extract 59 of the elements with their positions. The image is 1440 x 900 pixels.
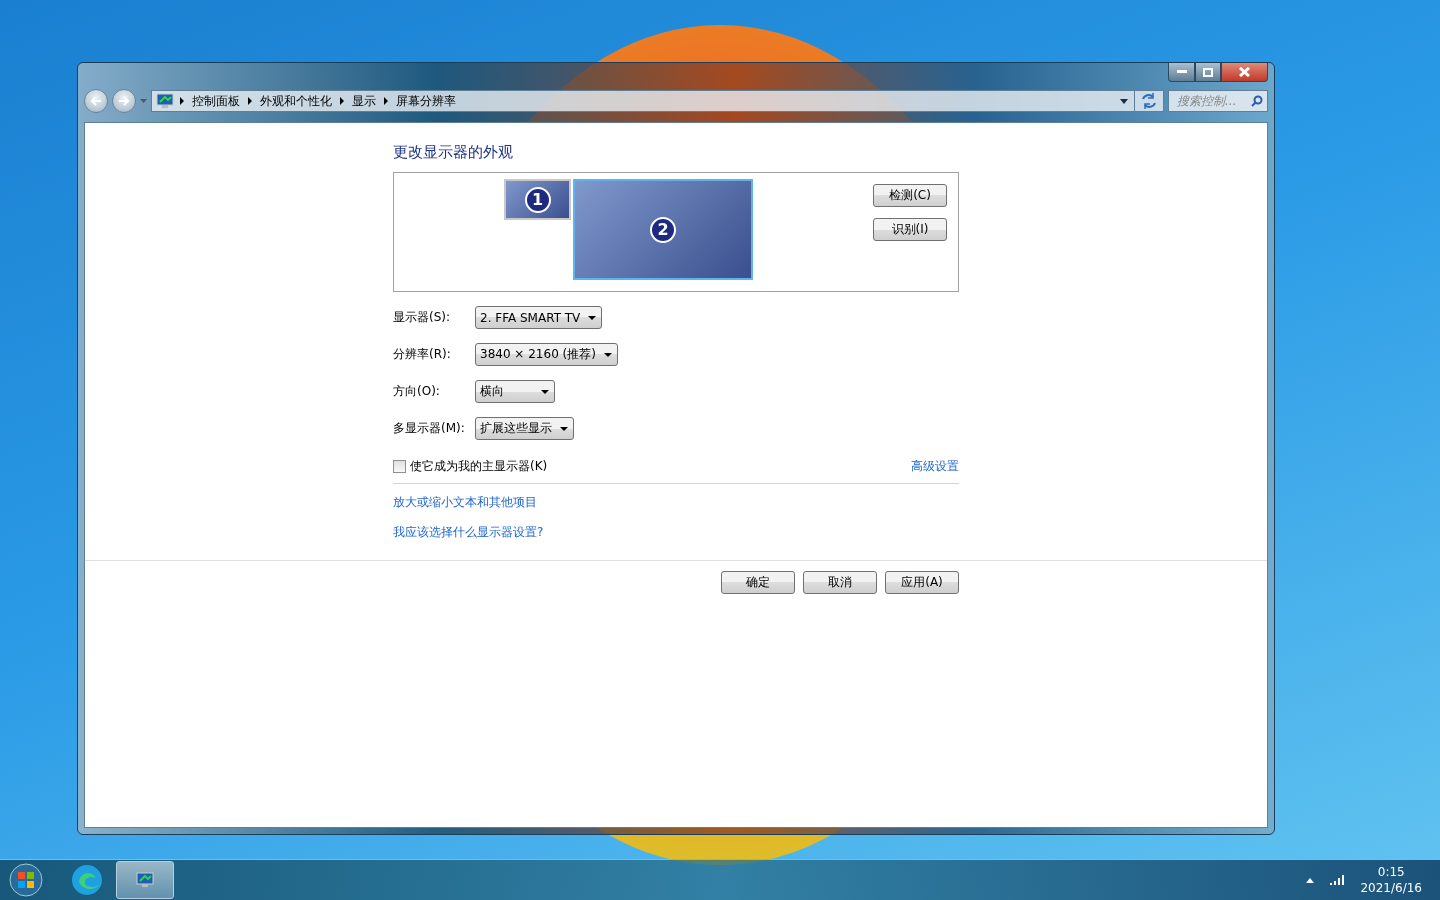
history-caret-icon	[140, 99, 147, 103]
side-button[interactable]: 检测(C)	[873, 184, 947, 207]
maximize-icon	[1203, 67, 1213, 77]
breadcrumb-arrow-icon	[340, 97, 344, 105]
monitor-number: 2	[650, 216, 676, 243]
search-field[interactable]: 搜索控制...	[1168, 90, 1268, 112]
page-heading: 更改显示器的外观	[393, 143, 514, 162]
caret-icon	[541, 389, 549, 394]
side-button[interactable]: 识别(I)	[873, 218, 947, 241]
search-icon	[1251, 95, 1263, 107]
breadcrumb-arrow-icon	[180, 97, 184, 105]
monitor-tile[interactable]: 2	[573, 179, 753, 280]
dialog-button[interactable]: 确定	[721, 571, 795, 594]
close-button[interactable]	[1221, 63, 1268, 82]
minimize-icon	[1176, 70, 1187, 74]
dialog-button[interactable]: 应用(A)	[885, 571, 959, 594]
clock[interactable]: 0:15 2021/6/16	[1360, 864, 1422, 896]
address-bar[interactable]: 控制面板 外观和个性化 显示 屏幕分辨率	[151, 90, 1164, 112]
monitor-tile[interactable]: 1	[504, 179, 571, 220]
monitor-icon	[156, 93, 174, 109]
dropdown[interactable]: 扩展这些显示	[475, 417, 574, 440]
advanced-settings-link[interactable]: 高级设置	[911, 458, 959, 475]
breadcrumb-item[interactable]: 外观和个性化	[258, 92, 334, 110]
checkbox[interactable]	[393, 460, 406, 473]
help-link[interactable]: 放大或缩小文本和其他项目	[393, 494, 537, 511]
signal-icon[interactable]	[1330, 875, 1345, 885]
forward-button[interactable]	[112, 89, 136, 113]
breadcrumb-item[interactable]: 屏幕分辨率	[394, 92, 458, 110]
monitor-number: 1	[524, 186, 551, 213]
browser-icon	[71, 864, 103, 896]
minimize-button[interactable]	[1168, 63, 1195, 82]
dropdown[interactable]: 3840 × 2160 (推荐)	[475, 343, 618, 366]
dropdown-caret-icon	[1120, 98, 1128, 104]
forward-arrow-icon	[118, 96, 130, 106]
back-button[interactable]	[84, 89, 108, 113]
breadcrumb-item[interactable]: 控制面板	[190, 92, 242, 110]
field-label: 分辨率(R):	[393, 346, 452, 363]
caret-icon	[603, 352, 612, 357]
dropdown[interactable]: 横向	[475, 380, 555, 403]
close-icon	[1239, 67, 1250, 77]
field-label: 多显示器(M):	[393, 420, 466, 437]
monitor-icon	[136, 872, 154, 888]
tray-expand-icon[interactable]	[1306, 877, 1315, 883]
dialog-button[interactable]: 取消	[803, 571, 877, 594]
start-orb-icon	[9, 863, 43, 897]
breadcrumb-arrow-icon	[248, 97, 252, 105]
start-button[interactable]	[6, 860, 46, 900]
checkbox-label: 使它成为我的主显示器(K)	[410, 458, 548, 475]
breadcrumb-arrow-icon	[384, 97, 388, 105]
field-label: 方向(O):	[393, 383, 441, 400]
help-link[interactable]: 我应该选择什么显示器设置?	[393, 524, 544, 541]
caret-icon	[588, 315, 597, 320]
caret-icon	[560, 426, 568, 431]
field-label: 显示器(S):	[393, 309, 452, 326]
taskbar-app[interactable]	[116, 861, 174, 899]
maximize-button[interactable]	[1195, 63, 1221, 82]
breadcrumb-item[interactable]: 显示	[350, 92, 378, 110]
dropdown[interactable]: 2. FFA SMART TV	[475, 306, 603, 329]
back-arrow-icon	[90, 96, 102, 106]
